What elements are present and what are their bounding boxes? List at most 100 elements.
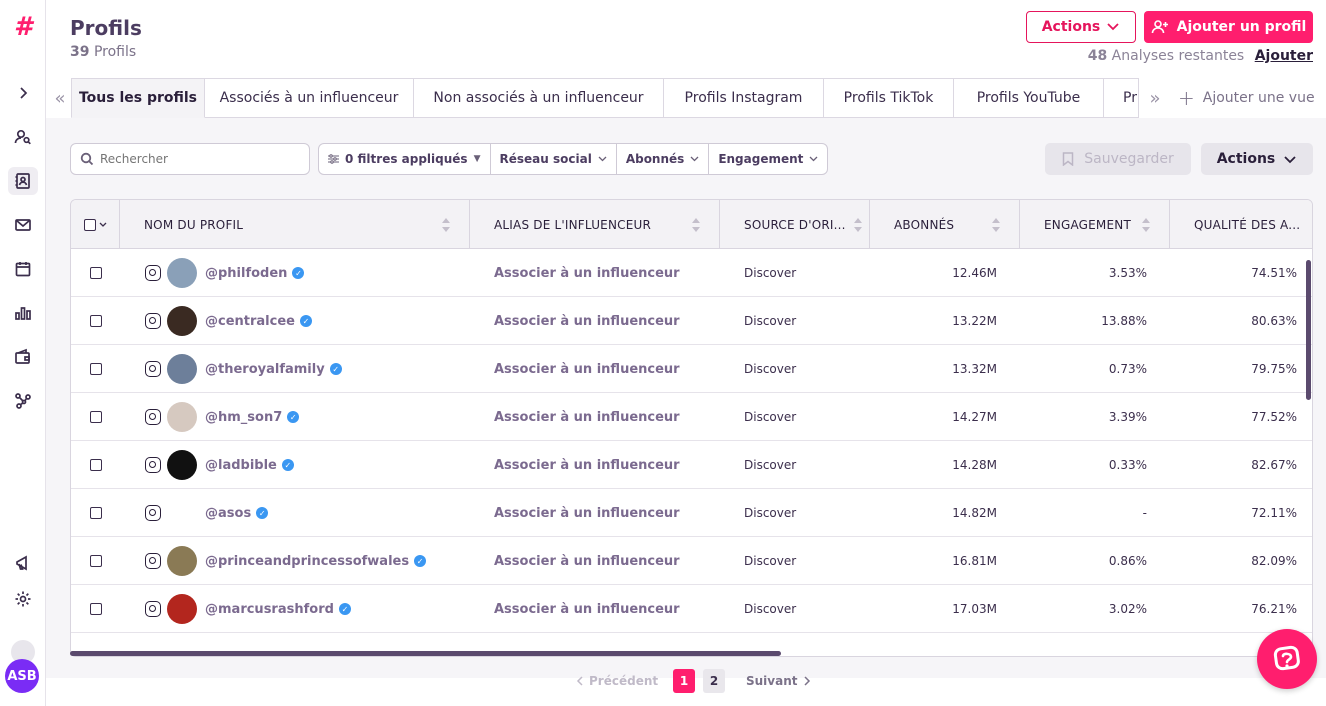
profile-cell[interactable]: @centralcee ✓ xyxy=(145,297,470,345)
profile-handle[interactable]: @hm_son7 xyxy=(205,410,282,425)
horizontal-scrollbar[interactable] xyxy=(70,651,781,656)
column-header-profile-name[interactable]: NOM DU PROFIL xyxy=(120,200,470,249)
row-checkbox[interactable] xyxy=(90,507,102,519)
engagement-label: Engagement xyxy=(718,152,804,166)
row-checkbox[interactable] xyxy=(90,267,102,279)
associate-influencer-link[interactable]: Associer à un influenceur xyxy=(494,506,680,521)
table-row[interactable]: @hm_son7 ✓ Associer à un influenceur Discov… xyxy=(71,393,1312,441)
profile-cell[interactable]: @marcusrashford ✓ xyxy=(145,585,470,633)
table-row[interactable]: @philfoden ✓ Associer à un influenceur Disc… xyxy=(71,249,1312,297)
table-row[interactable]: @asos ✓ Associer à un influenceur Discover 1… xyxy=(71,489,1312,537)
table-actions-button[interactable]: Actions xyxy=(1201,143,1313,175)
sort-icon[interactable] xyxy=(991,216,1001,234)
profile-cell[interactable]: @asos ✓ xyxy=(145,489,470,537)
search-box[interactable] xyxy=(70,143,310,175)
tab-not-associated[interactable]: Non associés à un influenceur xyxy=(414,78,664,118)
header-actions-button[interactable]: Actions xyxy=(1026,11,1136,43)
sort-icon[interactable] xyxy=(853,216,863,234)
column-label: QUALITÉ DES A... xyxy=(1194,217,1301,232)
filters-applied-dropdown[interactable]: 0 filtres appliqués ▼ xyxy=(319,144,491,174)
column-header-audience-quality[interactable]: QUALITÉ DES A... xyxy=(1170,200,1312,249)
tab-truncated[interactable]: Pr xyxy=(1104,78,1139,118)
table-row[interactable]: @ladbible ✓ Associer à un influenceur Disco… xyxy=(71,441,1312,489)
associate-influencer-link[interactable]: Associer à un influenceur xyxy=(494,314,680,329)
vertical-scrollbar[interactable] xyxy=(1306,260,1311,400)
column-header-followers[interactable]: ABONNÉS xyxy=(870,200,1020,249)
source-cell: Discover xyxy=(744,410,797,424)
next-page-button[interactable]: Suivant xyxy=(746,669,811,693)
associate-influencer-link[interactable]: Associer à un influenceur xyxy=(494,554,680,569)
search-input[interactable] xyxy=(100,152,300,166)
profile-handle[interactable]: @theroyalfamily xyxy=(205,362,325,377)
row-checkbox[interactable] xyxy=(90,603,102,615)
row-checkbox[interactable] xyxy=(90,459,102,471)
sort-icon[interactable] xyxy=(441,216,451,234)
profile-cell[interactable]: @theroyalfamily ✓ xyxy=(145,345,470,393)
profile-handle[interactable]: @marcusrashford xyxy=(205,602,334,617)
network-icon[interactable] xyxy=(8,387,38,415)
profile-handle[interactable]: @philfoden xyxy=(205,266,287,281)
row-checkbox[interactable] xyxy=(90,555,102,567)
profile-cell[interactable]: @ladbible ✓ xyxy=(145,441,470,489)
engagement-filter[interactable]: Engagement xyxy=(709,144,827,174)
profile-handle[interactable]: @centralcee xyxy=(205,314,295,329)
followers-cell: 14.28M xyxy=(952,458,997,472)
add-analyses-link[interactable]: Ajouter xyxy=(1255,48,1313,64)
select-all-checkbox[interactable] xyxy=(83,218,96,231)
profile-handle[interactable]: @princeandprincessofwales xyxy=(205,554,409,569)
audience-quality-cell: 76.21% xyxy=(1251,602,1297,616)
tab-youtube[interactable]: Profils YouTube xyxy=(954,78,1104,118)
associate-influencer-link[interactable]: Associer à un influenceur xyxy=(494,410,680,425)
column-header-influencer-alias[interactable]: ALIAS DE L'INFLUENCEUR xyxy=(470,200,720,249)
contacts-icon[interactable] xyxy=(8,167,38,195)
save-view-button[interactable]: Sauvegarder xyxy=(1045,143,1191,175)
associate-influencer-link[interactable]: Associer à un influenceur xyxy=(494,602,680,617)
add-profile-button[interactable]: Ajouter un profil xyxy=(1144,11,1313,43)
mail-icon[interactable] xyxy=(8,211,38,239)
profile-cell[interactable]: @hm_son7 ✓ xyxy=(145,393,470,441)
tab-instagram[interactable]: Profils Instagram xyxy=(664,78,824,118)
table-row[interactable]: @centralcee ✓ Associer à un influenceur Dis… xyxy=(71,297,1312,345)
megaphone-icon[interactable] xyxy=(8,549,38,577)
tabs-scroll-left-icon[interactable]: « xyxy=(50,78,70,118)
profile-cell[interactable]: @philfoden ✓ xyxy=(145,249,470,297)
table-row[interactable]: @princeandprincessofwales ✓ Associer à un … xyxy=(71,537,1312,585)
associate-influencer-link[interactable]: Associer à un influenceur xyxy=(494,266,680,281)
associate-influencer-link[interactable]: Associer à un influenceur xyxy=(494,458,680,473)
sort-icon[interactable] xyxy=(1141,216,1151,234)
followers-filter[interactable]: Abonnés xyxy=(617,144,710,174)
instagram-icon xyxy=(145,361,161,377)
wallet-icon[interactable] xyxy=(8,343,38,371)
tab-all-profiles[interactable]: Tous les profils xyxy=(71,78,205,118)
row-checkbox[interactable] xyxy=(90,411,102,423)
row-checkbox[interactable] xyxy=(90,363,102,375)
profile-handle[interactable]: @asos xyxy=(205,506,251,521)
add-view-button[interactable]: + Ajouter une vue xyxy=(1178,78,1315,118)
table-row[interactable]: @marcusrashford ✓ Associer à un influenceu… xyxy=(71,585,1312,633)
tab-tiktok[interactable]: Profils TikTok xyxy=(824,78,954,118)
bar-chart-icon[interactable] xyxy=(8,299,38,327)
expand-sidebar-icon[interactable] xyxy=(8,79,38,107)
tab-associated[interactable]: Associés à un influenceur xyxy=(205,78,414,118)
tabs-scroll-right-icon[interactable]: » xyxy=(1145,78,1165,118)
row-checkbox[interactable] xyxy=(90,315,102,327)
social-network-filter[interactable]: Réseau social xyxy=(491,144,617,174)
profile-handle[interactable]: @ladbible xyxy=(205,458,277,473)
help-chat-button[interactable] xyxy=(1257,629,1317,689)
settings-gear-icon[interactable] xyxy=(8,585,38,613)
user-search-icon[interactable] xyxy=(8,123,38,151)
profile-cell[interactable]: @princeandprincessofwales ✓ xyxy=(145,537,470,585)
associate-influencer-link[interactable]: Associer à un influenceur xyxy=(494,362,680,377)
column-header-engagement[interactable]: ENGAGEMENT xyxy=(1020,200,1170,249)
verified-badge-icon: ✓ xyxy=(414,555,427,567)
table-row[interactable]: @theroyalfamily ✓ Associer à un influenceu… xyxy=(71,345,1312,393)
page-1-button[interactable]: 1 xyxy=(673,669,695,693)
column-header-source[interactable]: SOURCE D'ORI... xyxy=(720,200,870,249)
sort-icon[interactable] xyxy=(691,216,701,234)
select-all-header[interactable] xyxy=(71,200,120,249)
calendar-icon[interactable] xyxy=(8,255,38,283)
table-actions-label: Actions xyxy=(1216,151,1276,167)
page-2-button[interactable]: 2 xyxy=(703,669,725,693)
brand-logo[interactable]: # xyxy=(10,14,36,40)
previous-page-button[interactable]: Précédent xyxy=(576,669,658,693)
